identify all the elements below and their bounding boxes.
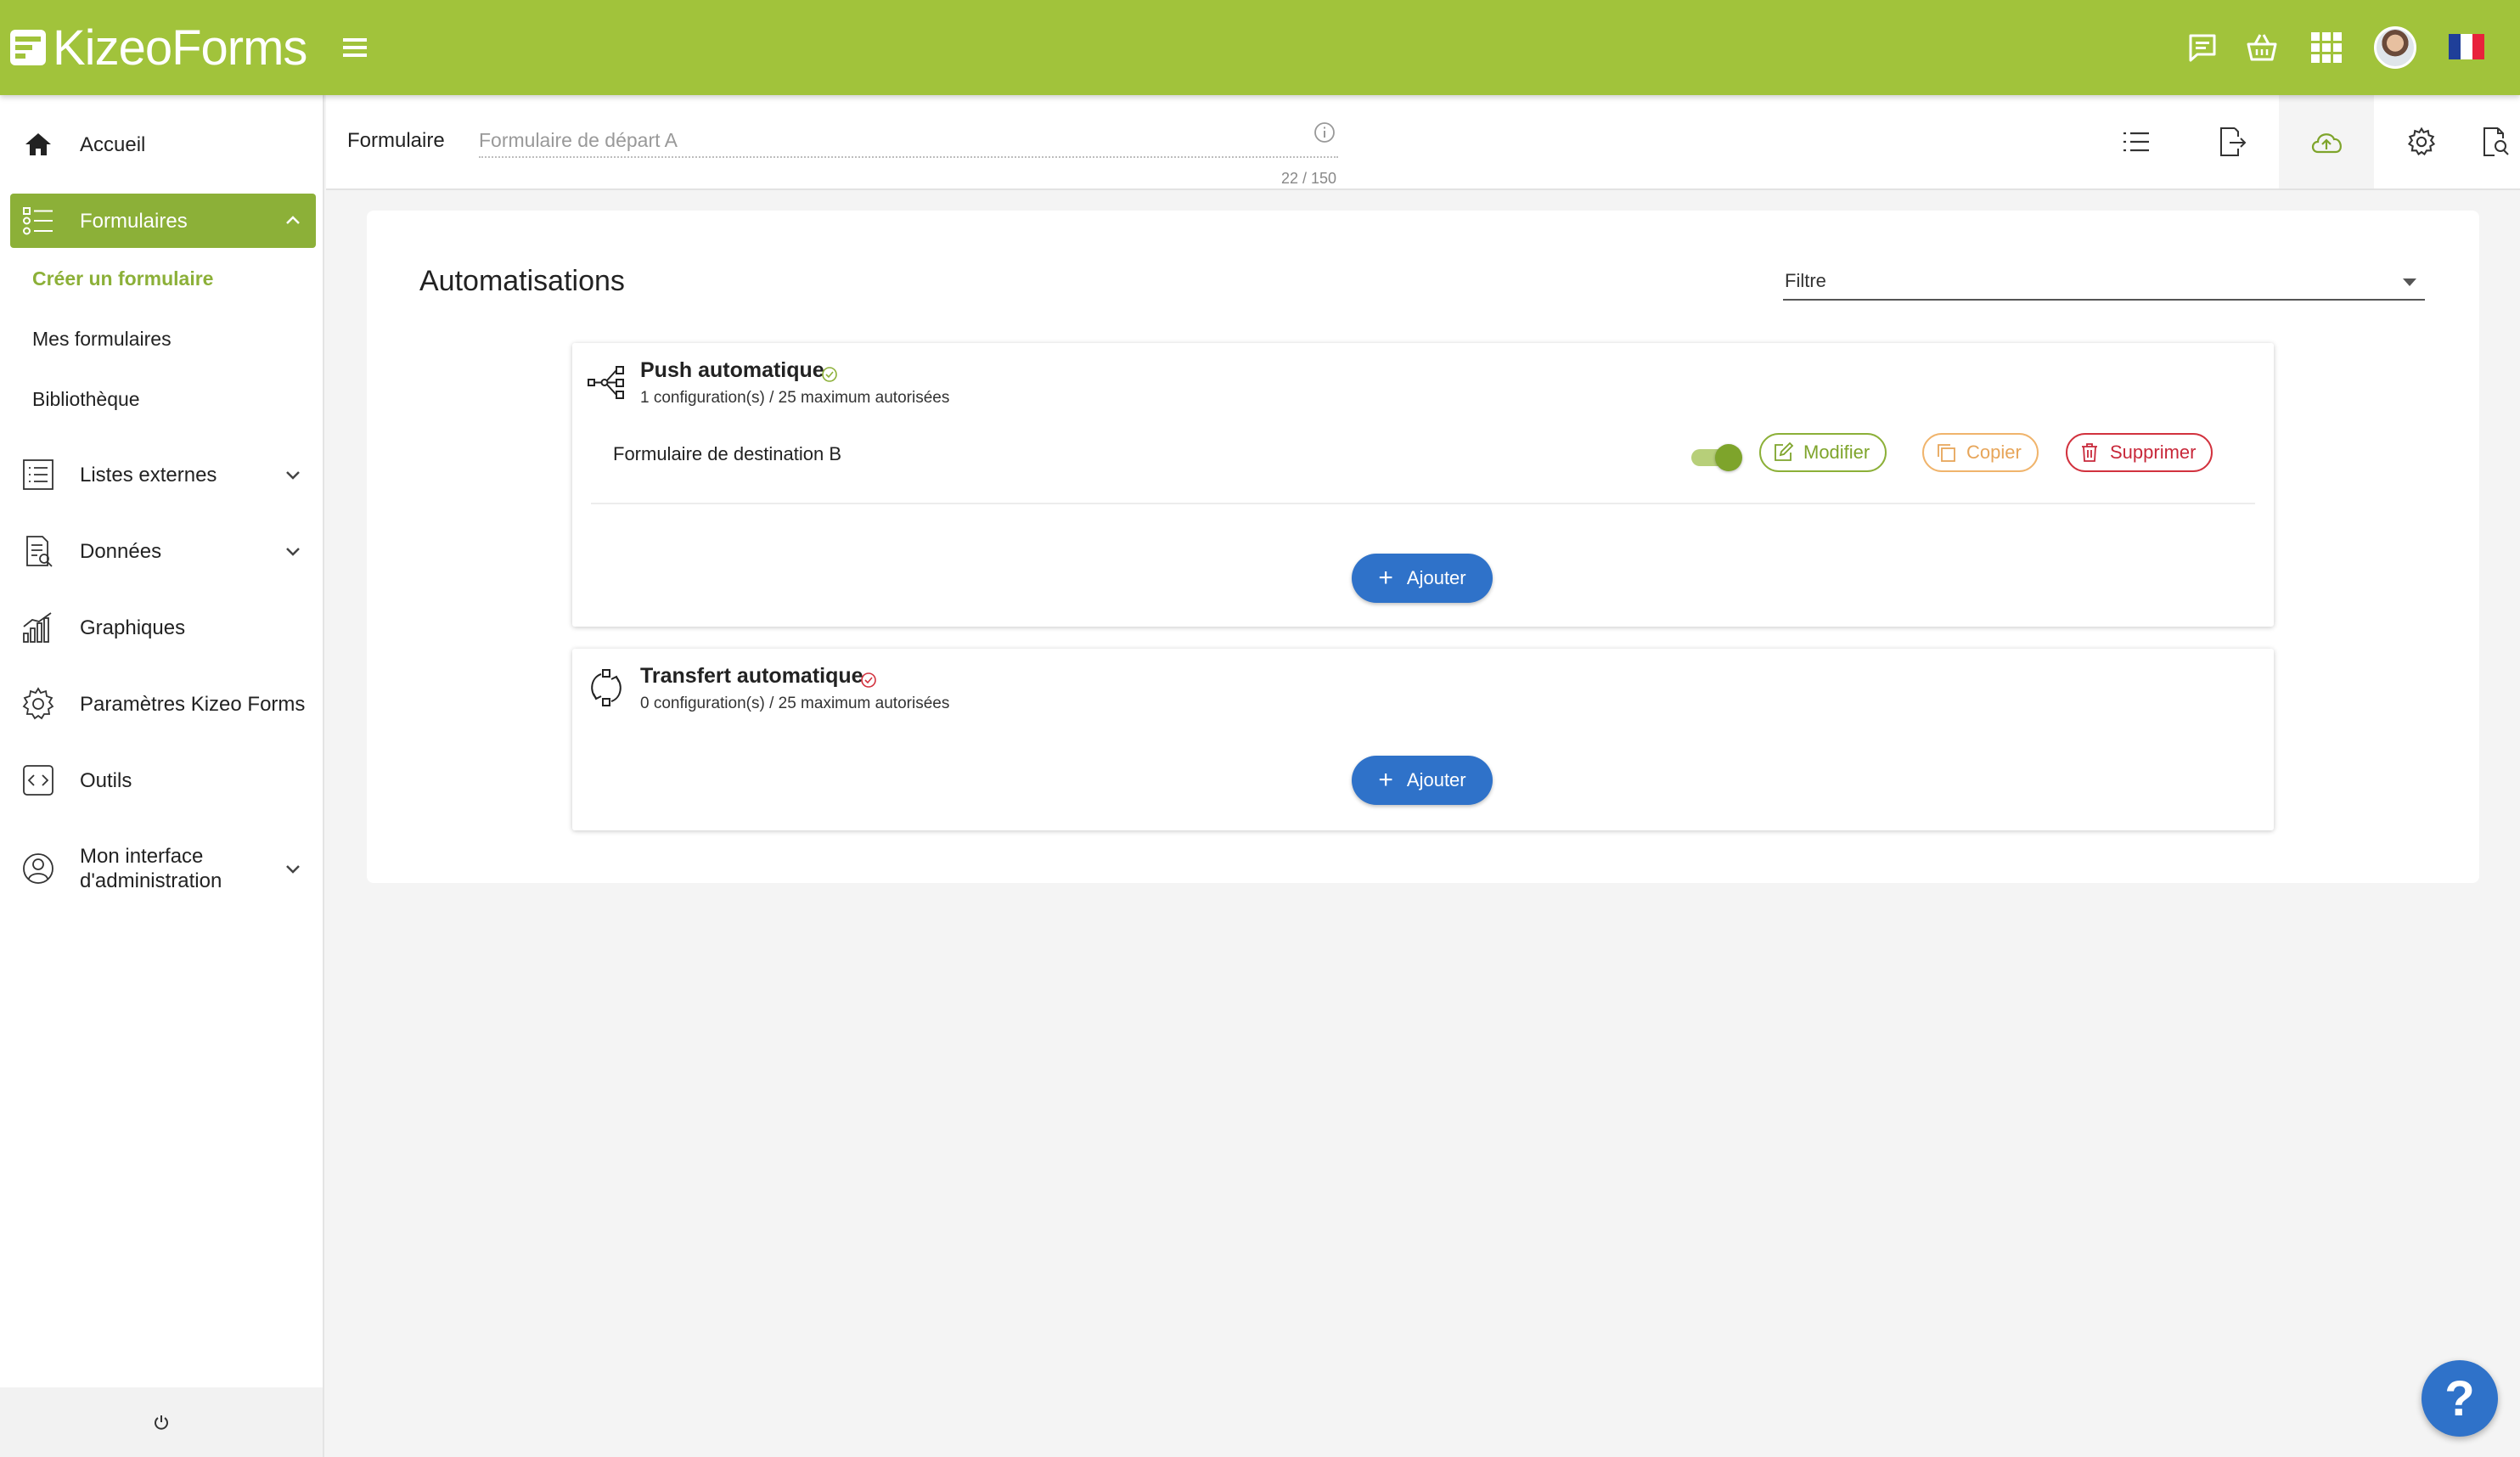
list-icon bbox=[2123, 132, 2149, 152]
delete-button[interactable]: Supprimer bbox=[2066, 433, 2213, 472]
preview-button[interactable] bbox=[2469, 95, 2520, 188]
gear-icon bbox=[22, 687, 54, 720]
subitem-bibliotheque[interactable]: Bibliothèque bbox=[32, 388, 140, 411]
logo-text: KizeoForms bbox=[53, 20, 307, 76]
sidebar-item-label: Mon interface d'administration bbox=[80, 845, 222, 892]
sidebar-item-label: Formulaires bbox=[80, 209, 188, 233]
copy-icon bbox=[1938, 444, 1955, 462]
card-title: Push automatique bbox=[640, 358, 824, 382]
cloud-upload-icon bbox=[2311, 133, 2342, 154]
page-title: Automatisations bbox=[419, 265, 625, 297]
sidebar-item-label: Graphiques bbox=[80, 616, 186, 639]
add-label: Ajouter bbox=[1406, 567, 1466, 588]
flag-fr-icon[interactable] bbox=[2449, 34, 2484, 59]
card-transfert-automatique: Transfert automatique 0 configuration(s)… bbox=[572, 649, 2274, 830]
settings-icon bbox=[2407, 127, 2436, 156]
chevron-up-icon[interactable] bbox=[282, 210, 304, 232]
form-name-input[interactable] bbox=[479, 124, 1338, 158]
toggle-knob bbox=[1715, 444, 1742, 471]
transfer-sync-icon bbox=[591, 669, 622, 706]
check-circle-icon bbox=[822, 367, 837, 382]
preview-icon bbox=[2483, 127, 2509, 156]
delete-label: Supprimer bbox=[2110, 442, 2197, 463]
export-icon bbox=[2220, 127, 2247, 156]
sidebar-item-parametres[interactable]: Paramètres Kizeo Forms bbox=[10, 677, 316, 731]
push-network-icon bbox=[588, 366, 624, 399]
kizeo-logo-icon bbox=[10, 30, 46, 65]
add-push-button[interactable]: + Ajouter bbox=[1352, 554, 1493, 603]
questions-list-button[interactable] bbox=[2089, 95, 2184, 188]
edit-icon bbox=[1775, 442, 1794, 461]
chevron-down-icon[interactable] bbox=[282, 858, 304, 880]
user-avatar[interactable] bbox=[2374, 26, 2416, 69]
card-push-automatique: Push automatique 1 configuration(s) / 25… bbox=[572, 343, 2274, 627]
copy-label: Copier bbox=[1966, 442, 2022, 463]
menu-icon[interactable] bbox=[340, 29, 374, 66]
subitem-creer-formulaire[interactable]: Créer un formulaire bbox=[32, 267, 213, 290]
list-icon bbox=[23, 459, 53, 490]
config-enabled-toggle[interactable] bbox=[1690, 443, 1742, 471]
home-icon bbox=[25, 133, 51, 155]
form-header: Formulaire 22 / 150 bbox=[326, 95, 2520, 190]
sidebar-item-label: Outils bbox=[80, 768, 132, 792]
sidebar-footer bbox=[0, 1387, 323, 1457]
copy-button[interactable]: Copier bbox=[1922, 433, 2039, 472]
edit-button[interactable]: Modifier bbox=[1759, 433, 1887, 472]
admin-icon bbox=[23, 853, 53, 884]
export-button[interactable] bbox=[2184, 95, 2279, 188]
sidebar-item-listes-externes[interactable]: Listes externes bbox=[10, 447, 316, 502]
sidebar-item-label: Données bbox=[80, 539, 162, 563]
sidebar: Accueil Formulaires Créer un formulaire … bbox=[0, 95, 324, 1457]
forms-list-icon bbox=[23, 207, 53, 235]
basket-icon[interactable] bbox=[2242, 27, 2282, 68]
sidebar-item-label: Accueil bbox=[80, 132, 146, 156]
chevron-down-icon[interactable] bbox=[282, 540, 304, 562]
subitem-mes-formulaires[interactable]: Mes formulaires bbox=[32, 328, 172, 351]
plus-icon: + bbox=[1378, 564, 1393, 592]
automations-panel: Automatisations Filtre Push automatique … bbox=[367, 211, 2479, 883]
chevron-down-icon[interactable] bbox=[282, 464, 304, 486]
help-button[interactable]: ? bbox=[2422, 1360, 2498, 1437]
trash-icon bbox=[2082, 443, 2097, 462]
sidebar-item-formulaires[interactable]: Formulaires bbox=[10, 194, 316, 248]
chat-icon[interactable] bbox=[2182, 27, 2223, 68]
sidebar-item-donnees[interactable]: Données bbox=[10, 524, 316, 578]
sidebar-item-outils[interactable]: Outils bbox=[10, 753, 316, 807]
sidebar-item-accueil[interactable]: Accueil bbox=[10, 117, 316, 172]
info-icon[interactable] bbox=[1313, 121, 1336, 144]
automations-button[interactable] bbox=[2279, 95, 2374, 188]
chart-icon bbox=[23, 612, 52, 643]
add-transfer-button[interactable]: + Ajouter bbox=[1352, 756, 1493, 805]
data-icon bbox=[26, 536, 53, 567]
code-icon bbox=[23, 765, 53, 796]
edit-label: Modifier bbox=[1803, 442, 1870, 463]
config-name: Formulaire de destination B bbox=[613, 443, 842, 464]
sidebar-item-admin[interactable]: Mon interface d'administration bbox=[10, 836, 316, 901]
form-label: Formulaire bbox=[347, 129, 445, 152]
card-subtitle: 0 configuration(s) / 25 maximum autorisé… bbox=[640, 695, 950, 712]
card-subtitle: 1 configuration(s) / 25 maximum autorisé… bbox=[640, 389, 950, 407]
caret-down-icon bbox=[2403, 278, 2416, 286]
sidebar-item-label: Paramètres Kizeo Forms bbox=[80, 692, 306, 716]
settings-button[interactable] bbox=[2374, 95, 2469, 188]
add-label: Ajouter bbox=[1406, 769, 1466, 790]
filter-label: Filtre bbox=[1785, 270, 1826, 291]
plus-icon: + bbox=[1378, 766, 1393, 794]
card-title: Transfert automatique bbox=[640, 664, 863, 688]
char-counter: 22 / 150 bbox=[1280, 170, 1336, 187]
inactive-status-icon bbox=[861, 672, 876, 688]
sidebar-item-graphiques[interactable]: Graphiques bbox=[10, 600, 316, 655]
sidebar-item-label: Listes externes bbox=[80, 463, 217, 487]
divider bbox=[591, 503, 2255, 504]
apps-grid-icon[interactable] bbox=[2306, 27, 2347, 68]
power-icon[interactable] bbox=[151, 1412, 172, 1432]
logo[interactable]: KizeoForms bbox=[0, 0, 326, 95]
top-bar: KizeoForms bbox=[0, 0, 2520, 95]
filter-select[interactable]: Filtre bbox=[1783, 263, 2425, 301]
